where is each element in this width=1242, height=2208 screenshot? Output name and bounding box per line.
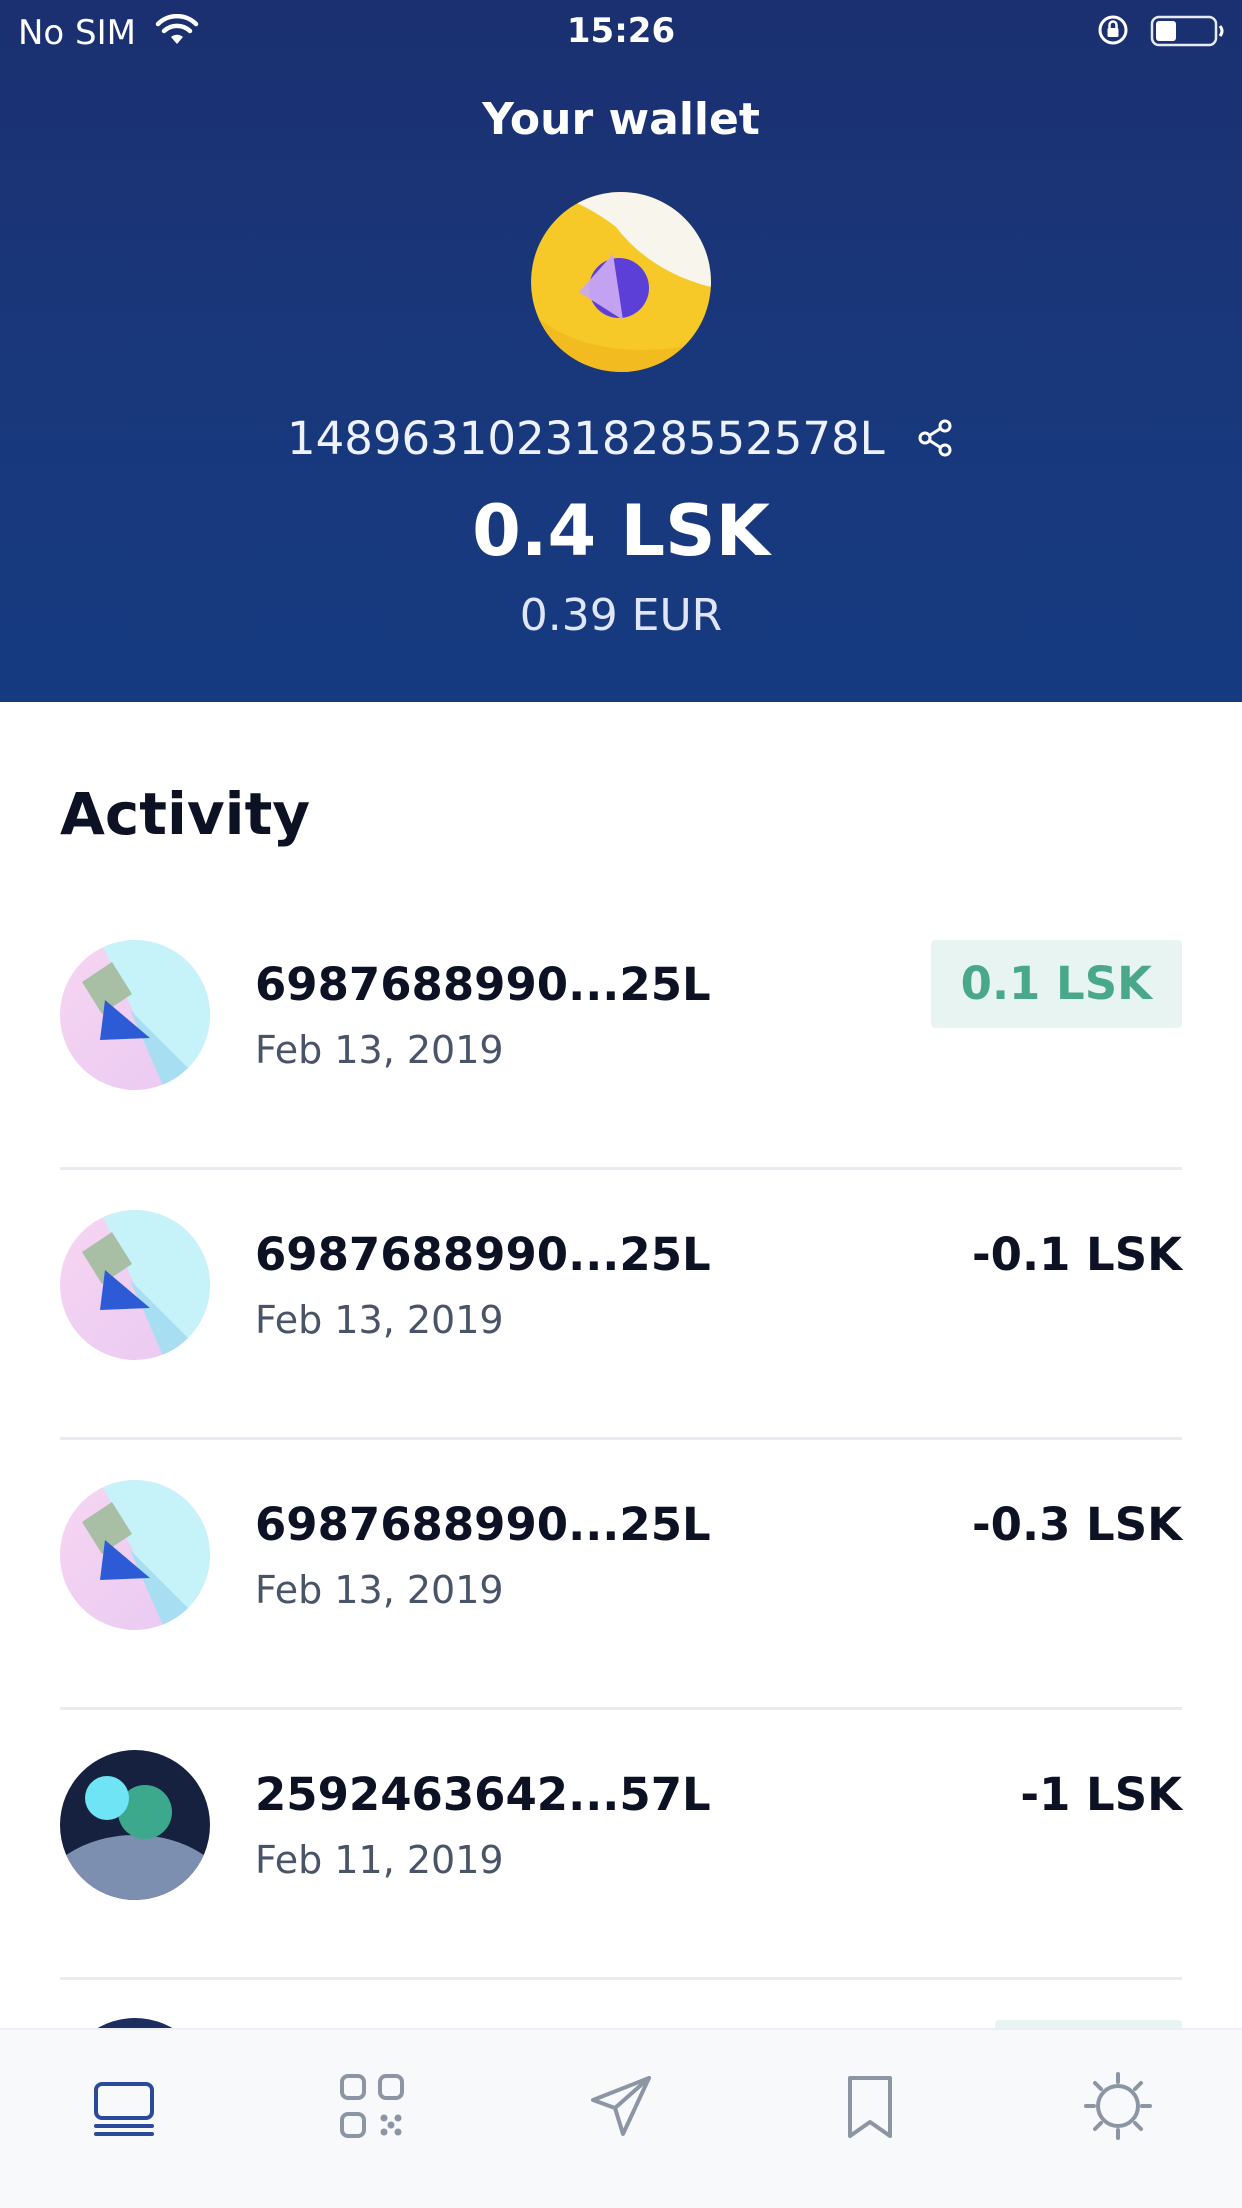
qr-code-icon: [340, 2074, 404, 2138]
transaction-address: 2592463642...57L: [255, 1768, 711, 1821]
account-avatar: [60, 1210, 210, 1360]
transaction-row[interactable]: 6987688990...25L Feb 13, 2019 0.1 LSK: [60, 900, 1182, 1170]
wallet-avatar: [531, 192, 711, 372]
activity-title: Activity: [60, 780, 311, 848]
transaction-address: 6987688990...25L: [255, 958, 711, 1011]
account-avatar: [60, 1480, 210, 1630]
page-title: Your wallet: [482, 94, 760, 145]
settings-gear-icon: [1084, 2072, 1152, 2140]
transaction-amount: -0.1 LSK: [971, 1228, 1182, 1281]
transaction-date: Feb 13, 2019: [255, 1028, 504, 1072]
wallet-icon: [94, 2082, 154, 2136]
bottom-tab-bar: [0, 2028, 1242, 2208]
tab-send[interactable]: [585, 2070, 657, 2142]
account-avatar: [60, 1750, 210, 1900]
rotation-lock-icon: [1098, 15, 1128, 45]
transaction-row[interactable]: 2592463642...57L Feb 11, 2019 -1 LSK: [60, 1710, 1182, 1980]
account-avatar: [60, 940, 210, 1090]
transaction-address: 6987688990...25L: [255, 1228, 711, 1281]
transaction-date: Feb 13, 2019: [255, 1568, 504, 1612]
transaction-amount: 0.1 LSK: [930, 940, 1182, 1028]
battery-icon: [1150, 15, 1224, 47]
transaction-amount: -1 LSK: [1020, 1768, 1182, 1821]
transaction-row[interactable]: 6987688990...25L Feb 13, 2019 -0.3 LSK: [60, 1440, 1182, 1710]
transaction-date: Feb 11, 2019: [255, 1838, 504, 1882]
wallet-header: No SIM 15:26 Your wallet 148963102318285…: [0, 0, 1242, 702]
share-icon[interactable]: [915, 418, 955, 458]
wallet-address: 14896310231828552578L: [287, 412, 885, 465]
transaction-row[interactable]: 6987688990...25L Feb 13, 2019 -0.1 LSK: [60, 1170, 1182, 1440]
fiat-balance: 0.39 EUR: [519, 590, 723, 641]
send-icon: [591, 2076, 651, 2136]
tab-wallet[interactable]: [88, 2070, 160, 2142]
tab-request[interactable]: [336, 2070, 408, 2142]
transaction-date: Feb 13, 2019: [255, 1298, 504, 1342]
bookmark-icon: [848, 2076, 892, 2138]
tab-settings[interactable]: [1082, 2070, 1154, 2142]
tab-bookmarks[interactable]: [834, 2070, 906, 2142]
status-bar: No SIM 15:26: [0, 0, 1242, 62]
wallet-balance: 0.4 LSK: [472, 490, 770, 572]
transaction-amount: -0.3 LSK: [971, 1498, 1182, 1551]
transaction-address: 6987688990...25L: [255, 1498, 711, 1551]
status-time: 15:26: [566, 11, 676, 51]
wallet-address-row: 14896310231828552578L: [0, 412, 1242, 465]
